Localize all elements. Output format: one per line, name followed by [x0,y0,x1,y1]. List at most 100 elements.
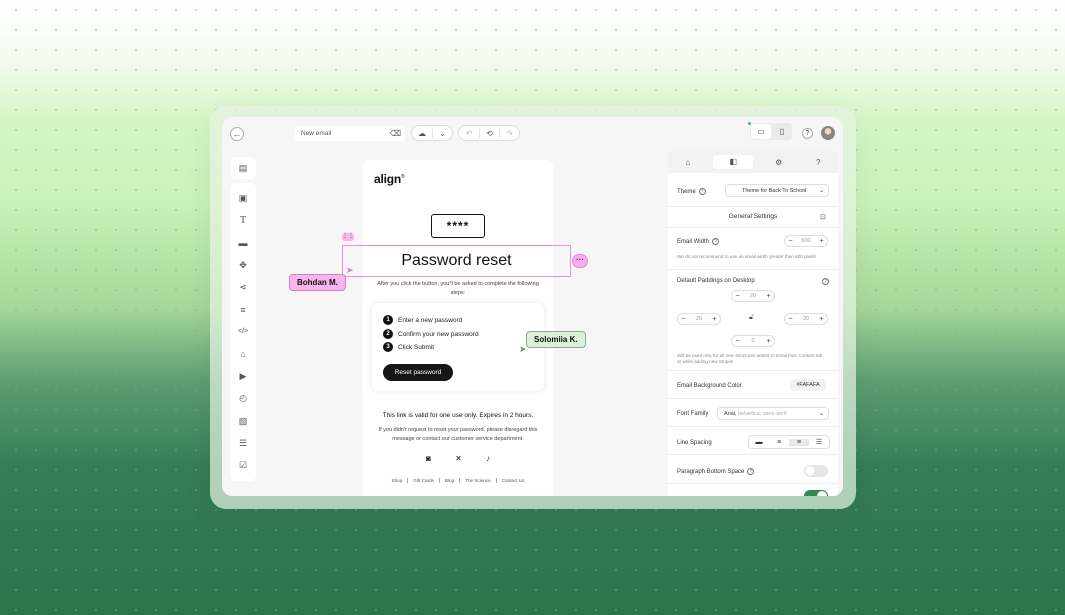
checklist-icon[interactable]: ☑ [230,455,256,477]
divider [668,227,838,228]
mobile-icon[interactable]: ▯ [772,127,792,136]
padding-top-stepper[interactable]: − 20 + [731,290,775,302]
minus-icon[interactable]: − [678,316,689,323]
footer-link-shop[interactable]: Shop [387,478,408,483]
plus-icon[interactable]: + [709,316,720,323]
video-icon[interactable]: ▶ [230,365,256,387]
padding-bottom-stepper[interactable]: − 0 + [731,335,775,347]
help-icon[interactable]: ? [804,158,832,167]
padding-right-stepper[interactable]: − 20 + [784,313,828,325]
template-icon[interactable]: ▤ [230,157,256,179]
minus-icon[interactable]: − [785,316,796,323]
tiktok-icon[interactable]: ♪ [486,454,490,463]
history-icon[interactable]: ⟲ [479,128,499,138]
step-number: 1 [383,315,393,325]
brand-logo[interactable]: align® [374,172,405,186]
footer-link-science[interactable]: The Science [459,478,496,483]
help-button[interactable]: ? [802,128,813,139]
spacing-large-icon[interactable]: ☰ [809,438,829,446]
undo-icon[interactable]: ↶ [459,129,479,138]
theme-select[interactable]: Theme for Back To School ⌄ [725,184,829,197]
plus-icon[interactable]: + [816,316,827,323]
clear-icon[interactable]: ⌫ [390,129,401,138]
text-icon[interactable]: T [230,209,256,231]
divider [668,483,838,484]
minus-icon[interactable]: − [785,238,796,245]
footer-link-blog[interactable]: Blog [438,478,459,483]
collaborator-tag-solomiia: Solomiia K. [526,331,586,348]
save-group: ☁ ⌄ [411,125,453,141]
help-icon[interactable]: ? [698,188,706,195]
help-icon[interactable]: ? [747,468,755,475]
selected-heading-block[interactable]: Password reset [342,245,571,277]
instagram-icon[interactable]: ◙ [426,454,431,463]
reset-password-button[interactable]: Reset password [383,364,453,381]
divider [668,269,838,270]
design-icon[interactable]: ◧ [713,155,754,169]
home-icon[interactable]: ⌂ [674,158,702,167]
bg-color-value[interactable]: #FAFAFA [790,379,826,391]
spacer-icon[interactable]: ✥ [230,254,256,276]
font-family-select[interactable]: Arial, helvetica, sans-serif ⌄ [717,407,829,420]
divider [668,398,838,399]
step-item: 2 Confirm your new password [383,329,479,339]
masked-code-block[interactable]: **** [431,214,485,238]
font-family-label: Font Family [677,411,709,417]
padding-right-value: 20 [802,316,810,322]
lock-icon[interactable]: 🔓︎ [749,314,754,322]
social-share-icon[interactable]: ⋖ [230,276,256,298]
paragraph-toggle[interactable] [804,465,828,477]
plus-icon[interactable]: + [816,238,827,245]
chevron-down-icon[interactable]: ⌄ [432,128,452,138]
step-item: 3 Click Submit [383,342,434,352]
back-button[interactable]: ← [230,127,244,141]
minus-icon[interactable]: − [732,338,743,345]
help-icon[interactable]: ? [822,278,829,285]
plus-icon[interactable]: + [763,338,774,345]
collapse-icon[interactable]: ⊡ [820,213,826,221]
x-icon[interactable]: ✕ [455,454,462,463]
logo-text: align [374,172,402,186]
settings-icon[interactable]: ⚙ [765,158,793,167]
email-name-field[interactable]: New email ⌫ [295,126,405,141]
divider-icon[interactable]: ≡ [230,298,256,320]
image-text-icon[interactable]: ▧ [230,410,256,432]
footer-links: Shop Gift Cards Blog The Science Contact… [363,478,553,483]
option-toggle[interactable] [804,490,828,496]
email-width-stepper[interactable]: − 600 + [784,235,828,247]
paddings-note: Will be used only for all new structures… [677,353,823,364]
plus-icon[interactable]: + [763,293,774,300]
intro-text[interactable]: After you click the button, you'll be as… [375,280,541,298]
ignore-note[interactable]: If you didn't request to reset your pass… [375,426,541,444]
help-icon[interactable]: ? [712,238,720,245]
email-editor-app: ← New email ⌫ ☁ ⌄ ↶ ⟲ ↷ ▭ ▯ ? ▤ ▣ T ▬ ✥ … [222,117,843,496]
timer-icon[interactable]: ◴ [230,388,256,410]
chevron-down-icon: ⌄ [818,188,824,194]
spacing-small-icon[interactable]: ≡ [769,439,789,446]
button-icon[interactable]: ▬ [230,232,256,254]
drag-handle-icon[interactable]: ⋮⋮ [342,233,354,241]
stripe-icon[interactable]: ☰ [230,432,256,454]
paragraph-label: Paragraph Bottom Space? [677,468,755,475]
minus-icon[interactable]: − [732,293,743,300]
panel-tabs: ⌂ ◧ ⚙ ? [668,151,838,173]
html-code-icon[interactable]: </> [230,321,256,343]
padding-left-stepper[interactable]: − 20 + [677,313,721,325]
footer-link-gift-cards[interactable]: Gift Cards [407,478,439,483]
logo-mark: ® [401,174,405,180]
cloud-upload-icon[interactable]: ☁ [412,129,432,138]
spacing-medium-icon[interactable]: ≡ [789,438,809,446]
more-options-icon[interactable]: ··· [572,254,588,268]
theme-label: Theme? [677,188,706,195]
desktop-icon[interactable]: ▭ [751,124,771,139]
menu-icon[interactable]: ⌂ [230,343,256,365]
masked-code: **** [446,219,470,233]
validity-note[interactable]: This link is valid for one use only. Exp… [363,412,553,419]
footer-link-contact[interactable]: Contact Us [495,478,530,483]
user-avatar[interactable] [821,126,835,140]
top-bar: ← New email ⌫ ☁ ⌄ ↶ ⟲ ↷ ▭ ▯ ? [222,117,843,151]
line-spacing-label: Line Spacing [677,440,712,446]
image-icon[interactable]: ▣ [230,187,256,209]
redo-icon[interactable]: ↷ [499,128,519,138]
spacing-none-icon[interactable]: ▬ [749,439,769,446]
